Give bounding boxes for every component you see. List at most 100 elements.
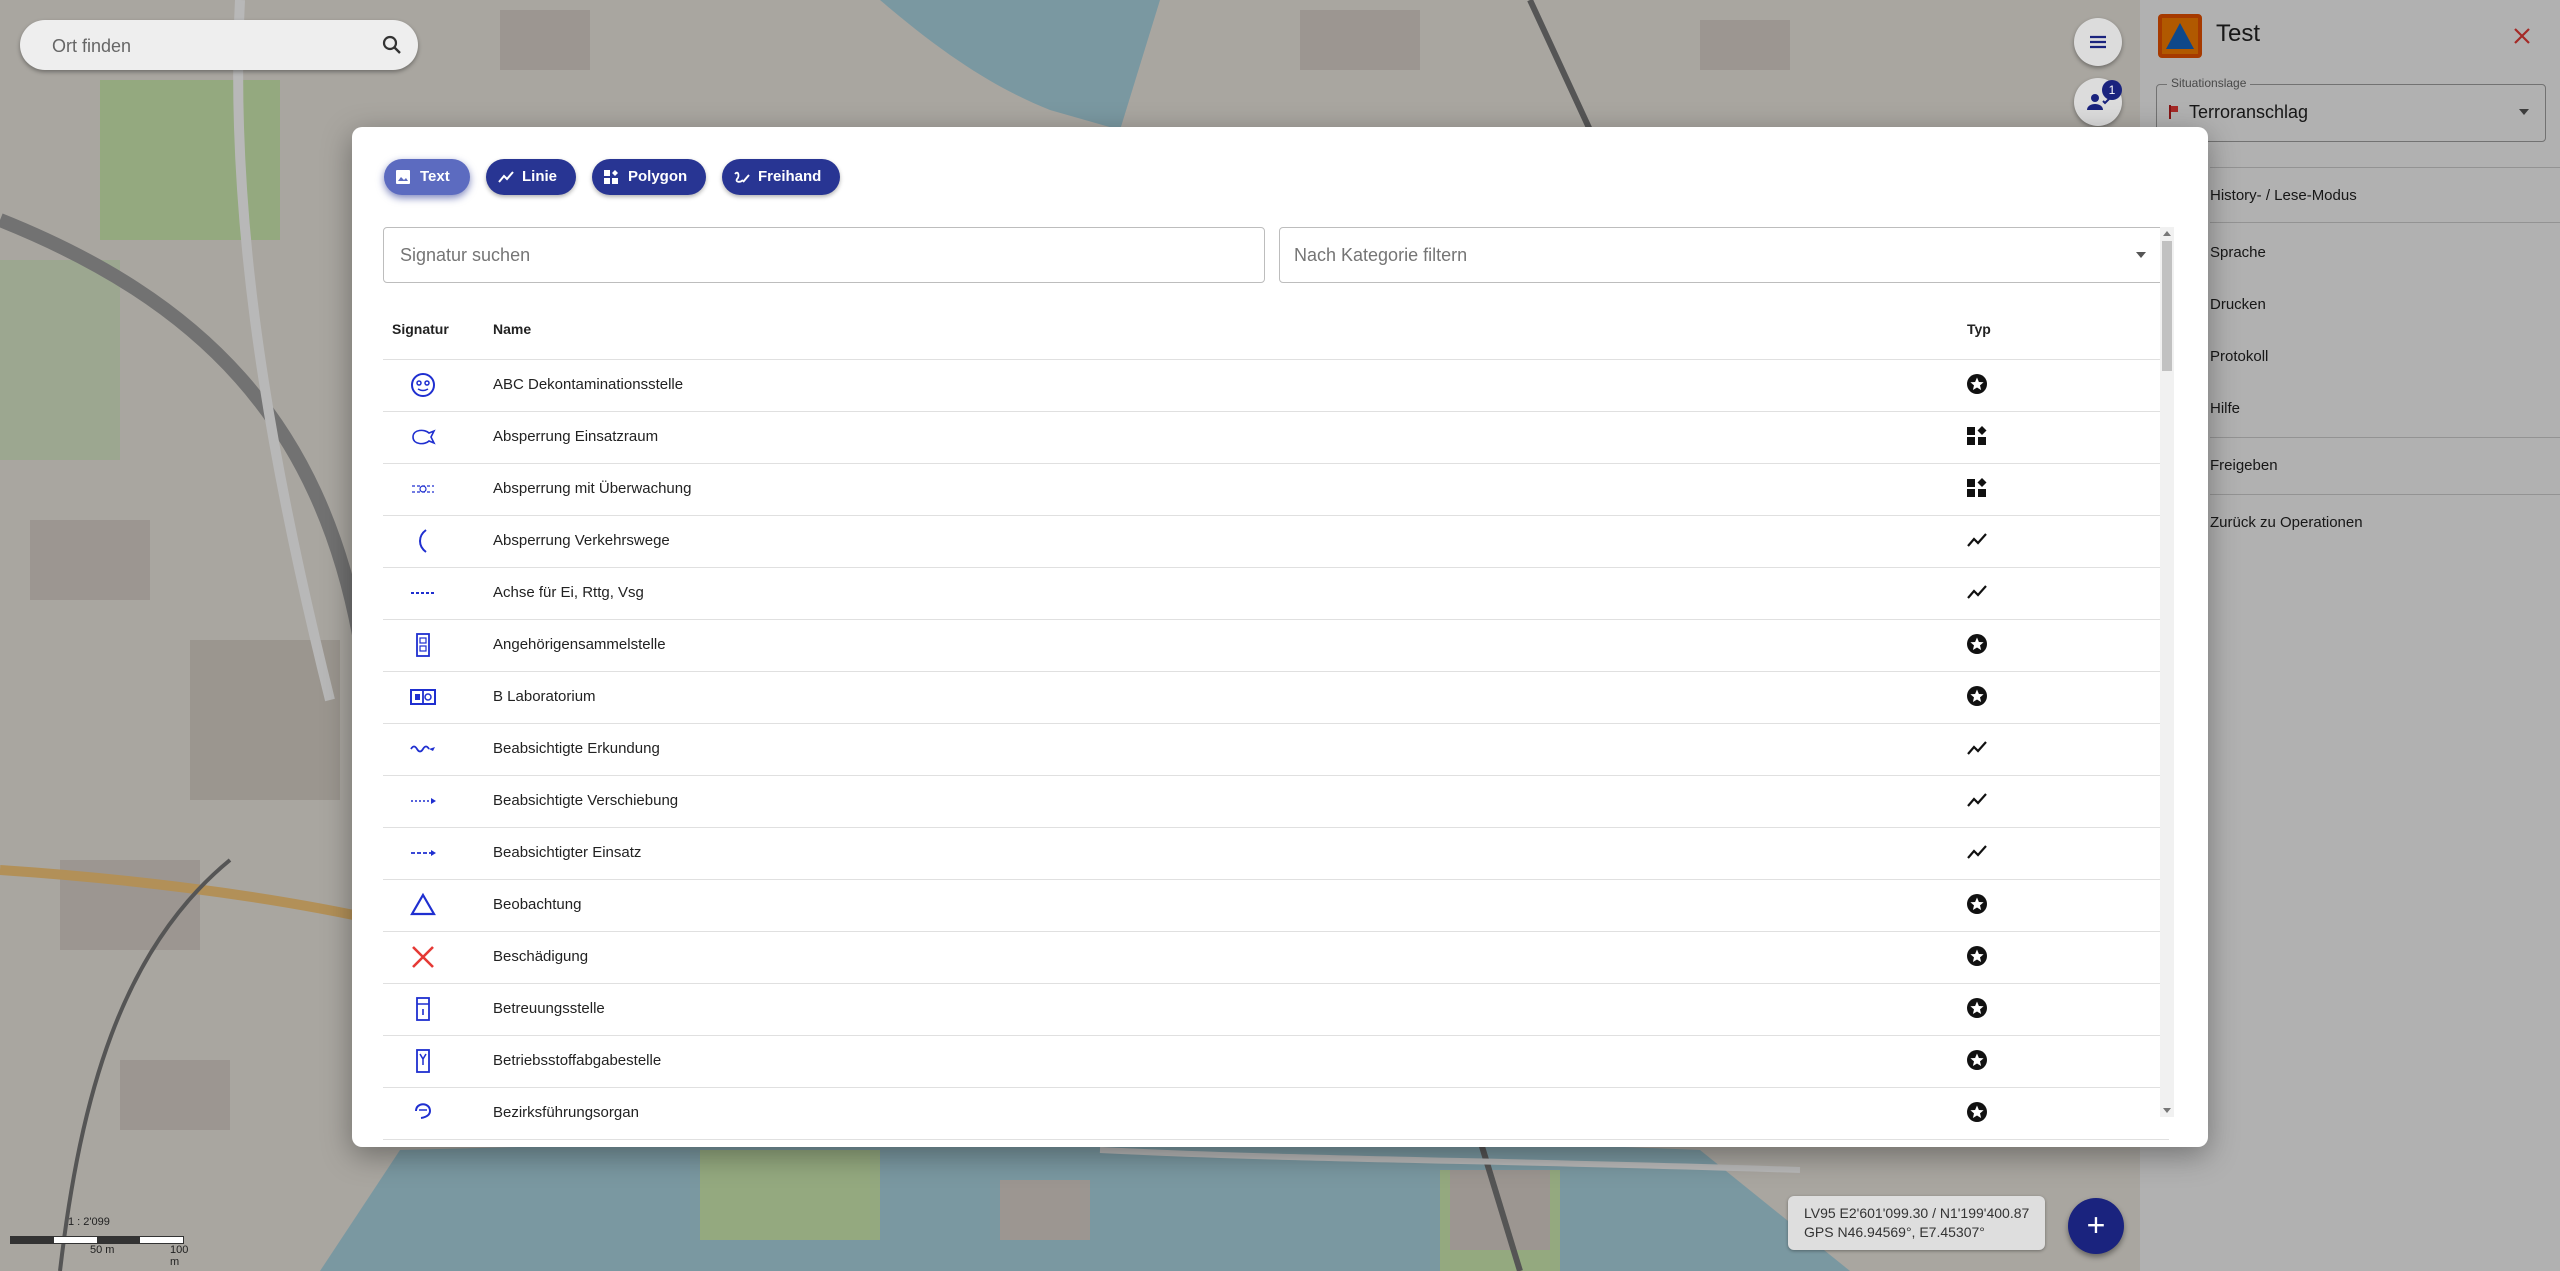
polygon-widgets-icon (1967, 426, 1987, 445)
relocation-icon (411, 798, 436, 804)
coordinates-display: LV95 E2'601'099.30 / N1'199'400.87 GPS N… (1788, 1196, 2045, 1250)
table-row[interactable]: Beabsichtigte Verschiebung (383, 775, 2169, 828)
signature-table: Signatur Name Typ ABC Dekontaminationsst… (383, 297, 2169, 1147)
signature-name: Betreuungsstelle (493, 1000, 605, 1017)
polygon-widgets-icon (1967, 478, 1987, 497)
text-image-icon (396, 170, 410, 184)
tab-label: Linie (522, 168, 558, 185)
scale-tick-100: 100 m (170, 1244, 189, 1268)
table-row[interactable]: Beobachtung (383, 879, 2169, 932)
scroll-up-arrow-icon[interactable] (2163, 231, 2171, 236)
search-icon[interactable] (380, 33, 404, 57)
signature-name: ABC Dekontaminationsstelle (493, 376, 684, 393)
line-chart-icon (1967, 793, 1987, 807)
cordon-surveillance-icon (412, 485, 434, 493)
table-header: Signatur Name Typ (383, 297, 2169, 360)
polygon-widgets-icon (604, 170, 618, 184)
tab-label: Polygon (628, 168, 688, 185)
lv95-coordinates: LV95 E2'601'099.30 / N1'199'400.87 (1804, 1205, 2030, 1221)
table-row[interactable]: Angehörigensammelstelle (383, 619, 2169, 672)
freehand-draw-icon (734, 171, 750, 183)
scale-ratio: 1 : 2'099 (68, 1216, 110, 1228)
tab-freehand[interactable]: Freihand (722, 159, 840, 195)
point-symbol-icon (1967, 1102, 1987, 1122)
line-chart-icon (1967, 845, 1987, 859)
table-row[interactable]: Absperrung Einsatzraum (383, 411, 2169, 464)
point-symbol-icon (1967, 946, 1987, 966)
map-scale: 1 : 2'099 50 m 100 m (10, 1216, 190, 1268)
signature-name: Achse für Ei, Rttg, Vsg (493, 584, 644, 601)
care-point-icon (416, 997, 430, 1021)
damage-cross-icon (412, 946, 434, 968)
place-search-box (20, 20, 418, 72)
point-symbol-icon (1967, 1050, 1987, 1070)
column-header-type[interactable]: Typ (1967, 321, 1991, 337)
table-row[interactable]: Beabsichtigte Erkundung (383, 723, 2169, 776)
tab-text[interactable]: Text (384, 159, 470, 195)
table-scrollbar[interactable] (2160, 227, 2174, 1117)
signature-search-input[interactable] (398, 228, 1242, 282)
signature-name: Beabsichtigte Verschiebung (493, 792, 679, 809)
table-row[interactable]: B Laboratorium (383, 671, 2169, 724)
fuel-point-icon (416, 1049, 430, 1073)
tab-polygon[interactable]: Polygon (592, 159, 706, 195)
online-users-button[interactable]: 1 (2074, 78, 2122, 126)
signature-dialog: Text Linie Polygon Freihand Nach Kategor… (352, 127, 2208, 1147)
category-filter-select[interactable]: Nach Kategorie filtern (1279, 227, 2171, 283)
column-header-name[interactable]: Name (493, 321, 531, 337)
signature-name: B Laboratorium (493, 688, 596, 705)
axis-icon (411, 592, 435, 594)
road-block-icon (419, 529, 427, 553)
table-row[interactable]: ABC Dekontaminationsstelle (383, 359, 2169, 412)
decontamination-icon (411, 373, 435, 397)
tab-label: Freihand (758, 168, 822, 185)
point-symbol-icon (1967, 686, 1987, 706)
table-row[interactable]: Beschädigung (383, 931, 2169, 984)
observation-triangle-icon (410, 892, 436, 916)
users-count-badge: 1 (2102, 80, 2122, 100)
menu-button[interactable] (2074, 18, 2122, 66)
table-row[interactable]: Beabsichtigter Einsatz (383, 827, 2169, 880)
cordon-area-icon (412, 429, 436, 445)
hamburger-menu-icon (2090, 35, 2106, 49)
line-chart-icon (1967, 585, 1987, 599)
column-header-signature[interactable]: Signatur (392, 321, 449, 337)
signature-name: Absperrung Einsatzraum (493, 428, 659, 445)
deployment-icon (411, 850, 436, 856)
signature-name: Beschädigung (493, 948, 589, 965)
add-button[interactable]: + (2068, 1198, 2124, 1254)
category-filter-placeholder: Nach Kategorie filtern (1294, 245, 1468, 265)
place-search-input[interactable] (50, 20, 374, 72)
signature-name: Beobachtung (493, 896, 582, 913)
line-chart-icon (1967, 741, 1987, 755)
signature-name: Angehörigensammelstelle (493, 636, 666, 653)
point-symbol-icon (1967, 998, 1987, 1018)
chevron-down-icon (2136, 252, 2146, 258)
point-symbol-icon (1967, 374, 1987, 394)
signature-name: Beabsichtigte Erkundung (493, 740, 660, 757)
point-symbol-icon (1967, 894, 1987, 914)
scrollbar-thumb[interactable] (2162, 241, 2172, 371)
tab-label: Text (420, 168, 450, 185)
table-row[interactable]: Betreuungsstelle (383, 983, 2169, 1036)
signature-name: Bezirksführungsorgan (493, 1104, 639, 1121)
signature-name: Absperrung Verkehrswege (493, 532, 670, 549)
signature-name: Betriebsstoffabgabestelle (493, 1052, 662, 1069)
signature-search-field (383, 227, 1265, 283)
laboratory-icon (410, 689, 436, 705)
relatives-point-icon (416, 633, 430, 657)
table-row[interactable]: Bezirksführungsorgan (383, 1087, 2169, 1140)
table-row[interactable]: Betriebsstoffabgabestelle (383, 1035, 2169, 1088)
scroll-down-arrow-icon[interactable] (2163, 1108, 2171, 1113)
table-row[interactable]: Achse für Ei, Rttg, Vsg (383, 567, 2169, 620)
tab-line[interactable]: Linie (486, 159, 576, 195)
gps-coordinates: GPS N46.94569°, E7.45307° (1804, 1224, 1985, 1240)
scale-tick-50: 50 m (90, 1244, 115, 1256)
signature-name: Beabsichtigter Einsatz (493, 844, 642, 861)
line-chart-icon (498, 171, 514, 183)
reconnaissance-icon (410, 745, 435, 753)
district-command-icon (415, 1103, 432, 1119)
line-chart-icon (1967, 533, 1987, 547)
table-row[interactable]: Absperrung Verkehrswege (383, 515, 2169, 568)
table-row[interactable]: Absperrung mit Überwachung (383, 463, 2169, 516)
